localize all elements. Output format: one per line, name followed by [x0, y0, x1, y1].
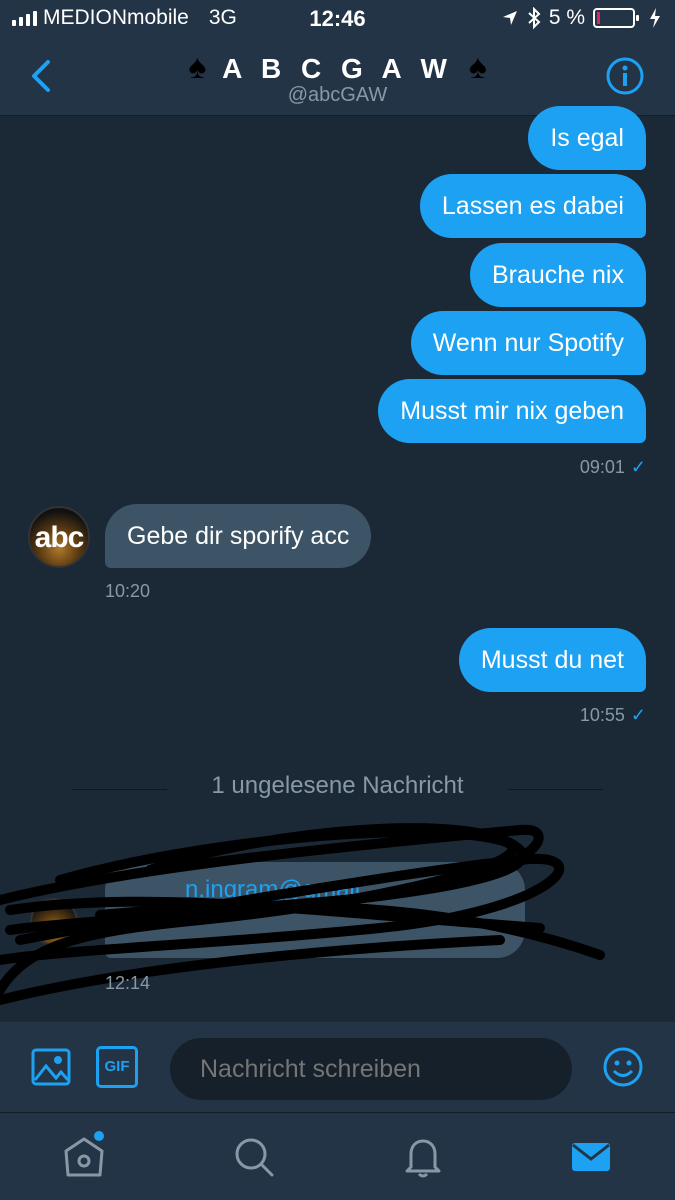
home-icon[interactable] — [62, 1135, 106, 1179]
title-text: A B C G A W — [222, 53, 453, 84]
timestamp-text: 09:01 — [579, 457, 625, 477]
battery-icon — [593, 8, 639, 28]
mail-icon[interactable] — [569, 1135, 613, 1179]
charging-icon — [650, 8, 660, 28]
battery-percent: 5 % — [548, 6, 585, 29]
read-check-icon: ✓ — [630, 457, 646, 477]
spade-icon: ♠ — [188, 48, 207, 86]
message-timestamp: 12:14 — [105, 973, 151, 993]
message-bubble-outgoing[interactable]: Lassen es dabei — [419, 174, 646, 238]
message-bubble-outgoing[interactable]: Brauche nix — [469, 243, 646, 307]
read-check-icon: ✓ — [630, 705, 646, 725]
unread-divider-label: 1 ungelesene Nachricht — [211, 772, 464, 799]
gif-button[interactable]: GIF — [96, 1046, 138, 1088]
avatar[interactable]: abc — [28, 506, 90, 568]
bell-icon[interactable] — [401, 1135, 445, 1179]
timestamp-text: 10:55 — [579, 705, 625, 725]
search-icon[interactable] — [232, 1135, 276, 1179]
message-timestamp: 10:55 ✓ — [580, 705, 646, 726]
message-bubble-incoming[interactable]: Gebe dir sporify acc — [105, 504, 372, 568]
tab-bar — [0, 1112, 675, 1200]
conversation-title: ♠ A B C G A W ♠ — [0, 48, 675, 87]
message-bubble-outgoing[interactable]: Wenn nur Spotify — [410, 311, 646, 375]
message-bubble-outgoing[interactable]: Musst mir nix geben — [378, 379, 646, 443]
image-icon[interactable] — [30, 1046, 72, 1088]
spade-icon: ♠ — [468, 48, 487, 86]
conversation-handle: @abcGAW — [287, 84, 388, 106]
message-input[interactable] — [170, 1038, 572, 1100]
avatar-text: abc — [34, 521, 85, 554]
message-timestamp: 10:20 — [105, 581, 151, 601]
status-right: 5 % — [501, 6, 661, 30]
location-icon — [502, 11, 517, 25]
message-timestamp: 09:01 ✓ — [580, 457, 646, 478]
bluetooth-icon — [528, 7, 541, 29]
message-bubble-outgoing[interactable]: Musst du net — [458, 628, 646, 692]
redaction-scribble — [0, 823, 605, 1005]
status-bar: MEDIONmobile 3G 12:46 5 % — [0, 0, 675, 38]
message-bubble-outgoing[interactable]: Is egal — [528, 106, 646, 170]
conversation-header: ♠ A B C G A W ♠ @abcGAW — [0, 38, 675, 116]
info-icon[interactable] — [605, 56, 645, 96]
notification-dot — [94, 1131, 104, 1141]
emoji-icon[interactable] — [602, 1046, 644, 1088]
composer-bar: GIF — [0, 1022, 675, 1112]
